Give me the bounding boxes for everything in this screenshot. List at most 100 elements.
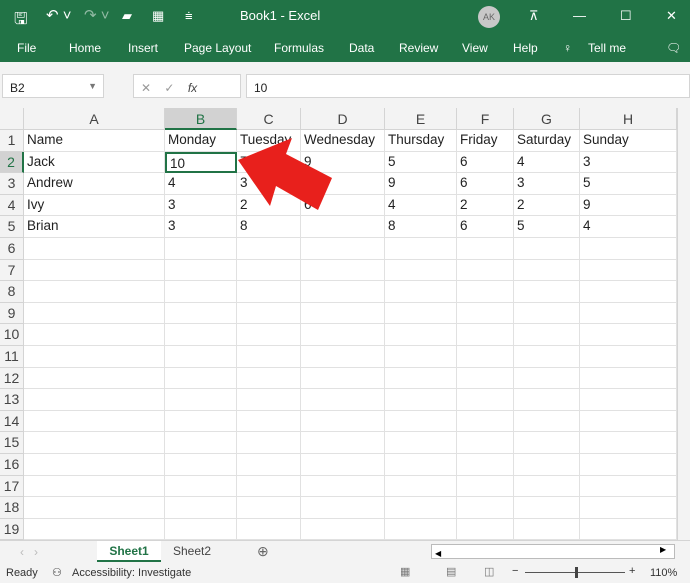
row-header-8[interactable]: 8 xyxy=(0,281,24,303)
cell-A1[interactable]: Name xyxy=(24,130,165,152)
row-header-16[interactable]: 16 xyxy=(0,454,24,476)
cell-H19[interactable] xyxy=(580,518,677,541)
scroll-left-icon[interactable]: ◀ xyxy=(432,549,441,558)
column-header-D[interactable]: D xyxy=(301,108,385,130)
cell-A5[interactable]: Brian xyxy=(24,216,165,238)
cell-B19[interactable] xyxy=(165,518,237,541)
column-header-A[interactable]: A xyxy=(24,108,165,130)
page-layout-view-icon[interactable]: ▤ xyxy=(446,565,456,578)
cell-G7[interactable] xyxy=(514,259,580,282)
cell-E14[interactable] xyxy=(385,410,457,433)
cell-E6[interactable] xyxy=(385,238,457,260)
cell-A13[interactable] xyxy=(24,389,165,411)
cell-D8[interactable] xyxy=(301,281,385,303)
row-header-10[interactable]: 10 xyxy=(0,324,24,346)
column-header-B[interactable]: B xyxy=(165,108,237,130)
cell-D16[interactable] xyxy=(301,454,385,476)
cell-F1[interactable]: Friday xyxy=(457,130,514,152)
cell-E12[interactable] xyxy=(385,367,457,390)
cell-D12[interactable] xyxy=(301,367,385,390)
cell-H3[interactable]: 5 xyxy=(580,173,677,195)
cell-A3[interactable]: Andrew xyxy=(24,173,165,195)
row-header-5[interactable]: 5 xyxy=(0,216,24,238)
row-header-4[interactable]: 4 xyxy=(0,194,24,217)
cell-H8[interactable] xyxy=(580,281,677,303)
row-header-3[interactable]: 3 xyxy=(0,173,24,195)
cell-H2[interactable]: 3 xyxy=(580,151,677,174)
cell-F18[interactable] xyxy=(457,497,514,519)
cell-G17[interactable] xyxy=(514,475,580,498)
cell-E19[interactable] xyxy=(385,518,457,541)
cell-B8[interactable] xyxy=(165,281,237,303)
cell-B2[interactable]: 10 xyxy=(165,151,237,174)
cell-G4[interactable]: 2 xyxy=(514,194,580,217)
cell-G16[interactable] xyxy=(514,454,580,476)
cell-G15[interactable] xyxy=(514,432,580,454)
cell-F15[interactable] xyxy=(457,432,514,454)
cell-E11[interactable] xyxy=(385,346,457,368)
tab-home[interactable]: Home xyxy=(69,41,101,55)
normal-view-icon[interactable]: ▦ xyxy=(400,565,410,578)
cell-G18[interactable] xyxy=(514,497,580,519)
cell-D6[interactable] xyxy=(301,238,385,260)
row-header-12[interactable]: 12 xyxy=(0,367,24,390)
cell-E18[interactable] xyxy=(385,497,457,519)
cell-B9[interactable] xyxy=(165,302,237,325)
cell-F19[interactable] xyxy=(457,518,514,541)
cell-G11[interactable] xyxy=(514,346,580,368)
cell-A4[interactable]: Ivy xyxy=(24,194,165,217)
zoom-level[interactable]: 110% xyxy=(650,567,677,579)
cell-E15[interactable] xyxy=(385,432,457,454)
cell-A8[interactable] xyxy=(24,281,165,303)
cell-F17[interactable] xyxy=(457,475,514,498)
save-icon[interactable]: 🖫 xyxy=(14,8,28,35)
zoom-slider-thumb[interactable] xyxy=(575,567,578,578)
zoom-out-icon[interactable]: − xyxy=(512,565,518,577)
cell-H11[interactable] xyxy=(580,346,677,368)
row-header-18[interactable]: 18 xyxy=(0,497,24,519)
tab-formulas[interactable]: Formulas xyxy=(274,41,324,55)
cell-E16[interactable] xyxy=(385,454,457,476)
cell-C16[interactable] xyxy=(237,454,301,476)
zoom-slider[interactable] xyxy=(525,567,625,578)
cell-E10[interactable] xyxy=(385,324,457,346)
cell-A18[interactable] xyxy=(24,497,165,519)
cell-G19[interactable] xyxy=(514,518,580,541)
cell-D11[interactable] xyxy=(301,346,385,368)
cell-E4[interactable]: 4 xyxy=(385,194,457,217)
cell-E17[interactable] xyxy=(385,475,457,498)
cell-E7[interactable] xyxy=(385,259,457,282)
row-header-14[interactable]: 14 xyxy=(0,410,24,433)
tab-help[interactable]: Help xyxy=(513,41,538,55)
customize-icon[interactable]: ⩧ xyxy=(185,8,193,24)
cell-B17[interactable] xyxy=(165,475,237,498)
cell-B1[interactable]: Monday xyxy=(165,130,237,152)
cell-C7[interactable] xyxy=(237,259,301,282)
cell-H13[interactable] xyxy=(580,389,677,411)
cell-A12[interactable] xyxy=(24,367,165,390)
cell-G10[interactable] xyxy=(514,324,580,346)
cell-A17[interactable] xyxy=(24,475,165,498)
cell-B18[interactable] xyxy=(165,497,237,519)
cancel-icon[interactable]: ✕ xyxy=(141,81,151,95)
sheet-tab-sheet2[interactable]: Sheet2 xyxy=(173,544,211,558)
cell-F3[interactable]: 6 xyxy=(457,173,514,195)
cell-G13[interactable] xyxy=(514,389,580,411)
cell-F14[interactable] xyxy=(457,410,514,433)
cell-D18[interactable] xyxy=(301,497,385,519)
cell-B13[interactable] xyxy=(165,389,237,411)
tab-file[interactable]: File xyxy=(17,41,36,55)
row-header-9[interactable]: 9 xyxy=(0,302,24,325)
column-header-H[interactable]: H xyxy=(580,108,677,130)
cell-C14[interactable] xyxy=(237,410,301,433)
row-header-15[interactable]: 15 xyxy=(0,432,24,454)
table-icon[interactable]: ▦ xyxy=(152,8,164,24)
row-header-2[interactable]: 2 xyxy=(0,151,24,174)
fx-icon[interactable]: fx xyxy=(188,81,197,95)
cell-E13[interactable] xyxy=(385,389,457,411)
cell-D10[interactable] xyxy=(301,324,385,346)
cell-A15[interactable] xyxy=(24,432,165,454)
cell-G9[interactable] xyxy=(514,302,580,325)
row-header-11[interactable]: 11 xyxy=(0,346,24,368)
cell-E3[interactable]: 9 xyxy=(385,173,457,195)
